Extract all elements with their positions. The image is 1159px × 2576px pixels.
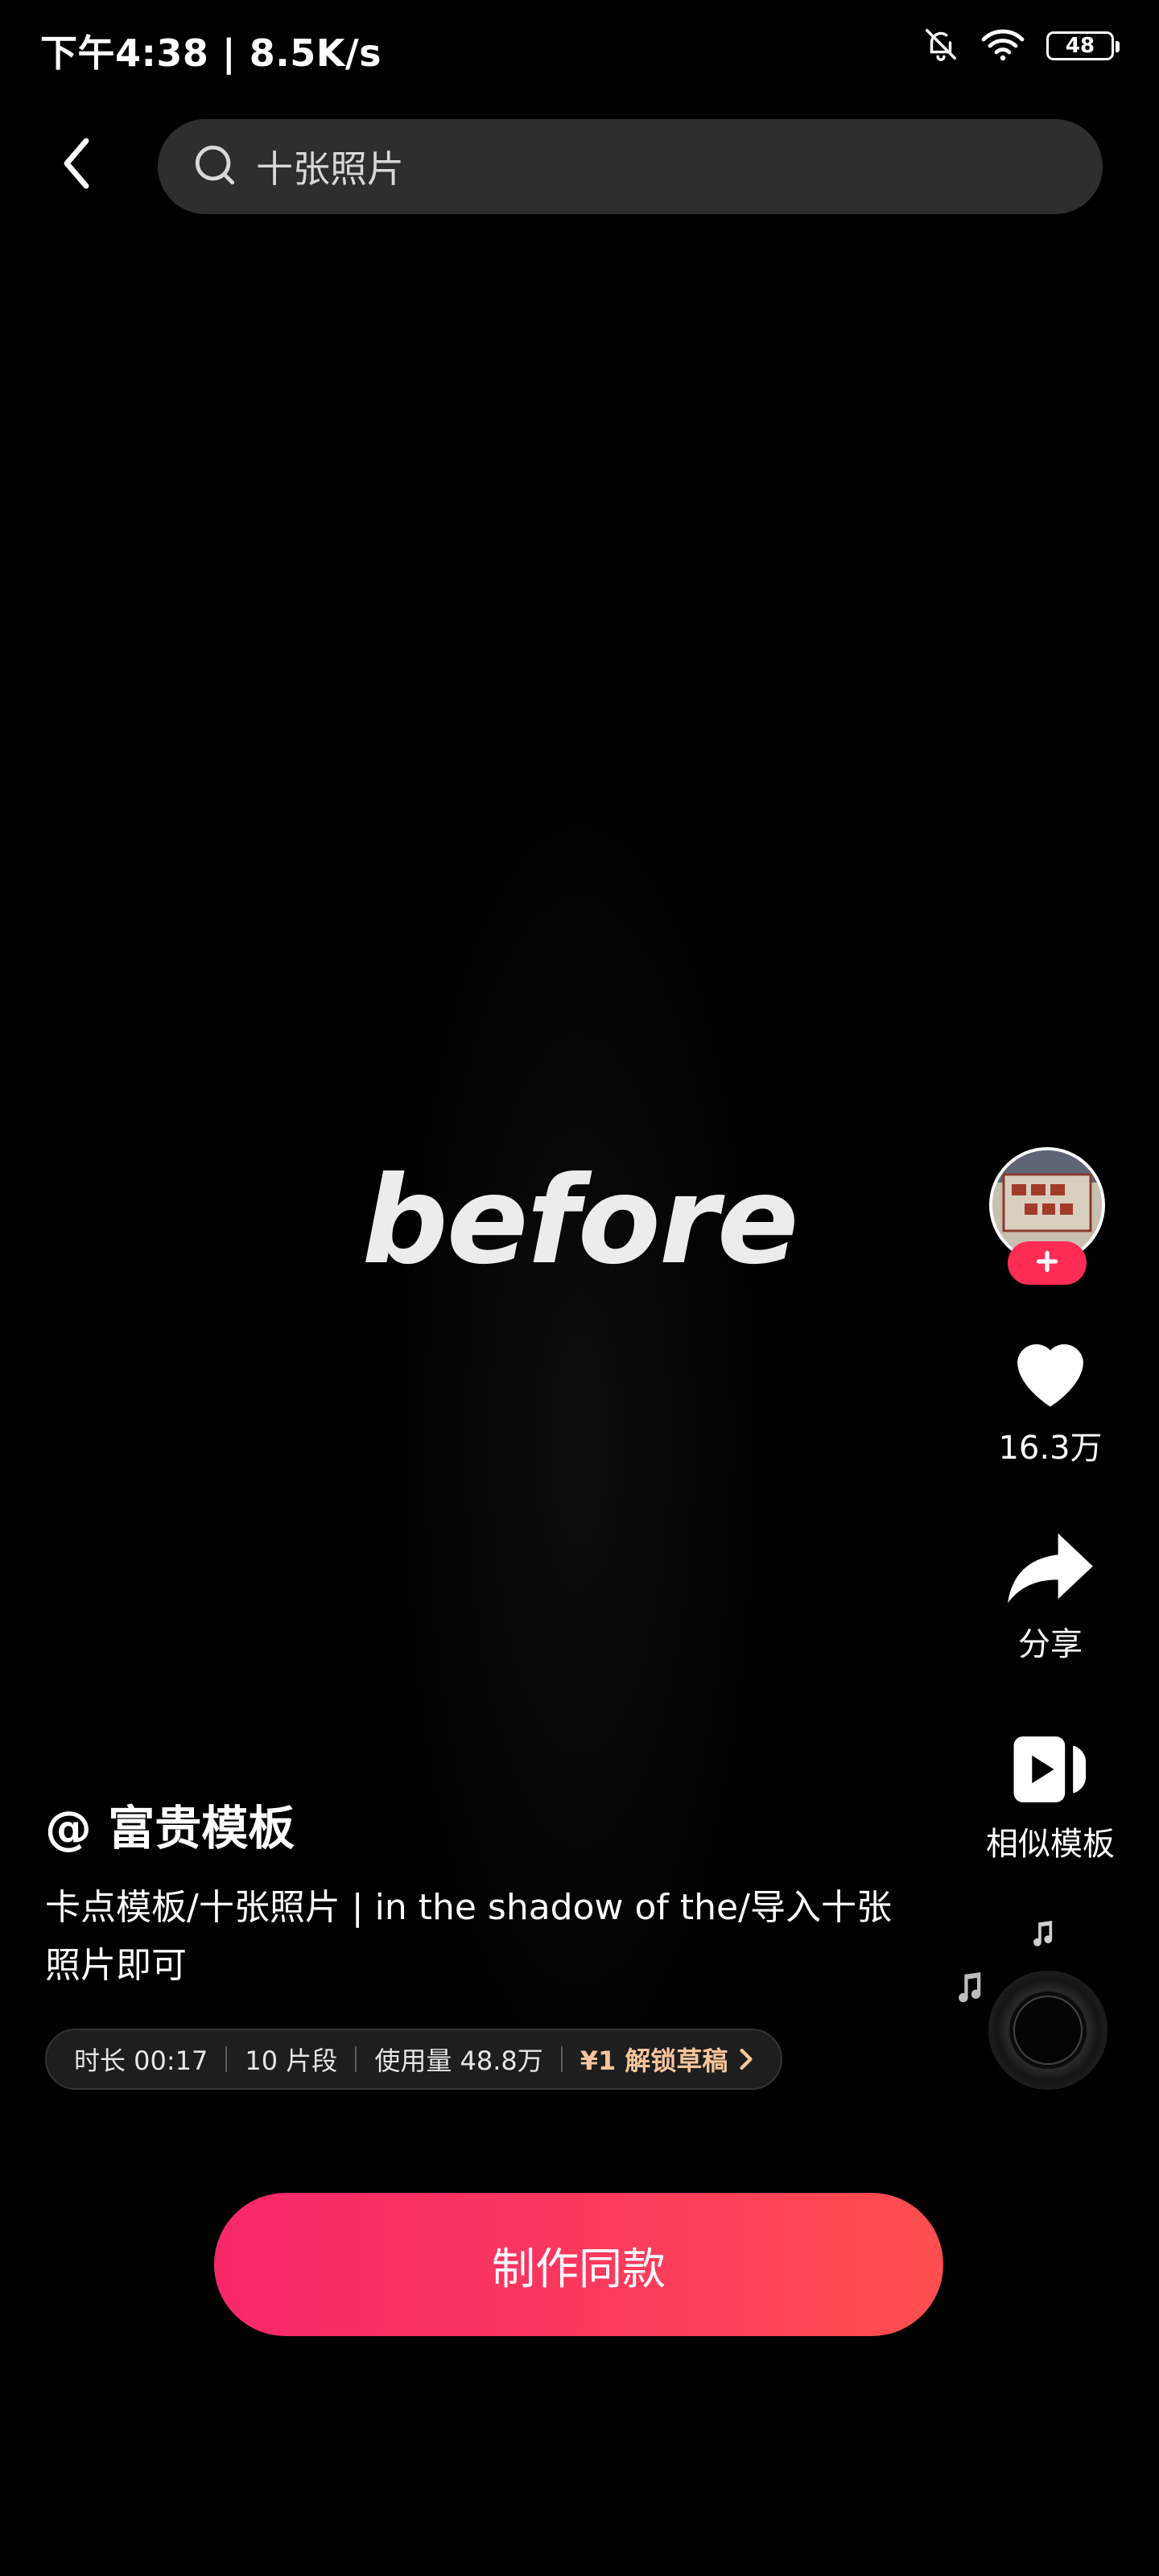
status-time-speed: 下午4:38 | 8.5K/s	[40, 31, 382, 75]
similar-templates-button[interactable]: 相似模板	[966, 1732, 1135, 1864]
battery-icon: 48	[1046, 31, 1120, 60]
divider	[355, 2046, 357, 2072]
mute-bell-icon	[922, 26, 959, 66]
search-icon	[192, 142, 238, 192]
music-disc[interactable]	[988, 1971, 1107, 2090]
status-icons: 48	[922, 26, 1120, 66]
wifi-icon	[980, 26, 1025, 66]
unlock-draft-label: ¥1 解锁草稿	[580, 2046, 728, 2076]
follow-button[interactable]	[1008, 1241, 1087, 1285]
duration-info: 时长 00:17	[74, 2046, 208, 2076]
make-same-button[interactable]: 制作同款	[214, 2193, 943, 2336]
share-label: 分享	[1018, 1626, 1083, 1663]
heart-icon	[1006, 1330, 1095, 1414]
author-name[interactable]: @ 富贵模板	[45, 1790, 295, 1858]
video-cards-icon	[1010, 1732, 1091, 1810]
search-bar[interactable]: 十张照片	[158, 119, 1103, 214]
divider	[560, 2046, 563, 2072]
chevron-right-icon	[739, 2047, 753, 2071]
chevron-left-icon	[57, 134, 96, 196]
divider	[225, 2046, 228, 2072]
video-overlay-text: before	[361, 1151, 798, 1291]
music-note-icon	[1030, 1921, 1054, 1951]
usage-info: 使用量 48.8万	[374, 2046, 543, 2076]
segments-info: 10 片段	[245, 2046, 338, 2076]
unlock-draft-link[interactable]: ¥1 解锁草稿	[580, 2041, 754, 2078]
music-note-icon	[955, 1972, 984, 2008]
like-button[interactable]: 16.3万	[966, 1330, 1135, 1468]
music-cover	[1013, 1996, 1083, 2065]
post-description: 卡点模板/十张照片 | in the shadow of the/导入十张照片即…	[45, 1887, 892, 1986]
like-count: 16.3万	[998, 1430, 1103, 1467]
plus-icon	[1035, 1249, 1059, 1277]
similar-templates-label: 相似模板	[986, 1826, 1115, 1863]
share-button[interactable]: 分享	[966, 1530, 1135, 1665]
back-button[interactable]	[48, 129, 105, 201]
search-query: 十张照片	[256, 147, 404, 191]
status-bar: 下午4:38 | 8.5K/s 48	[0, 0, 1159, 105]
share-arrow-icon	[1004, 1530, 1097, 1610]
template-info-bar[interactable]: 时长 00:17 10 片段 使用量 48.8万 ¥1 解锁草稿	[45, 2029, 783, 2090]
